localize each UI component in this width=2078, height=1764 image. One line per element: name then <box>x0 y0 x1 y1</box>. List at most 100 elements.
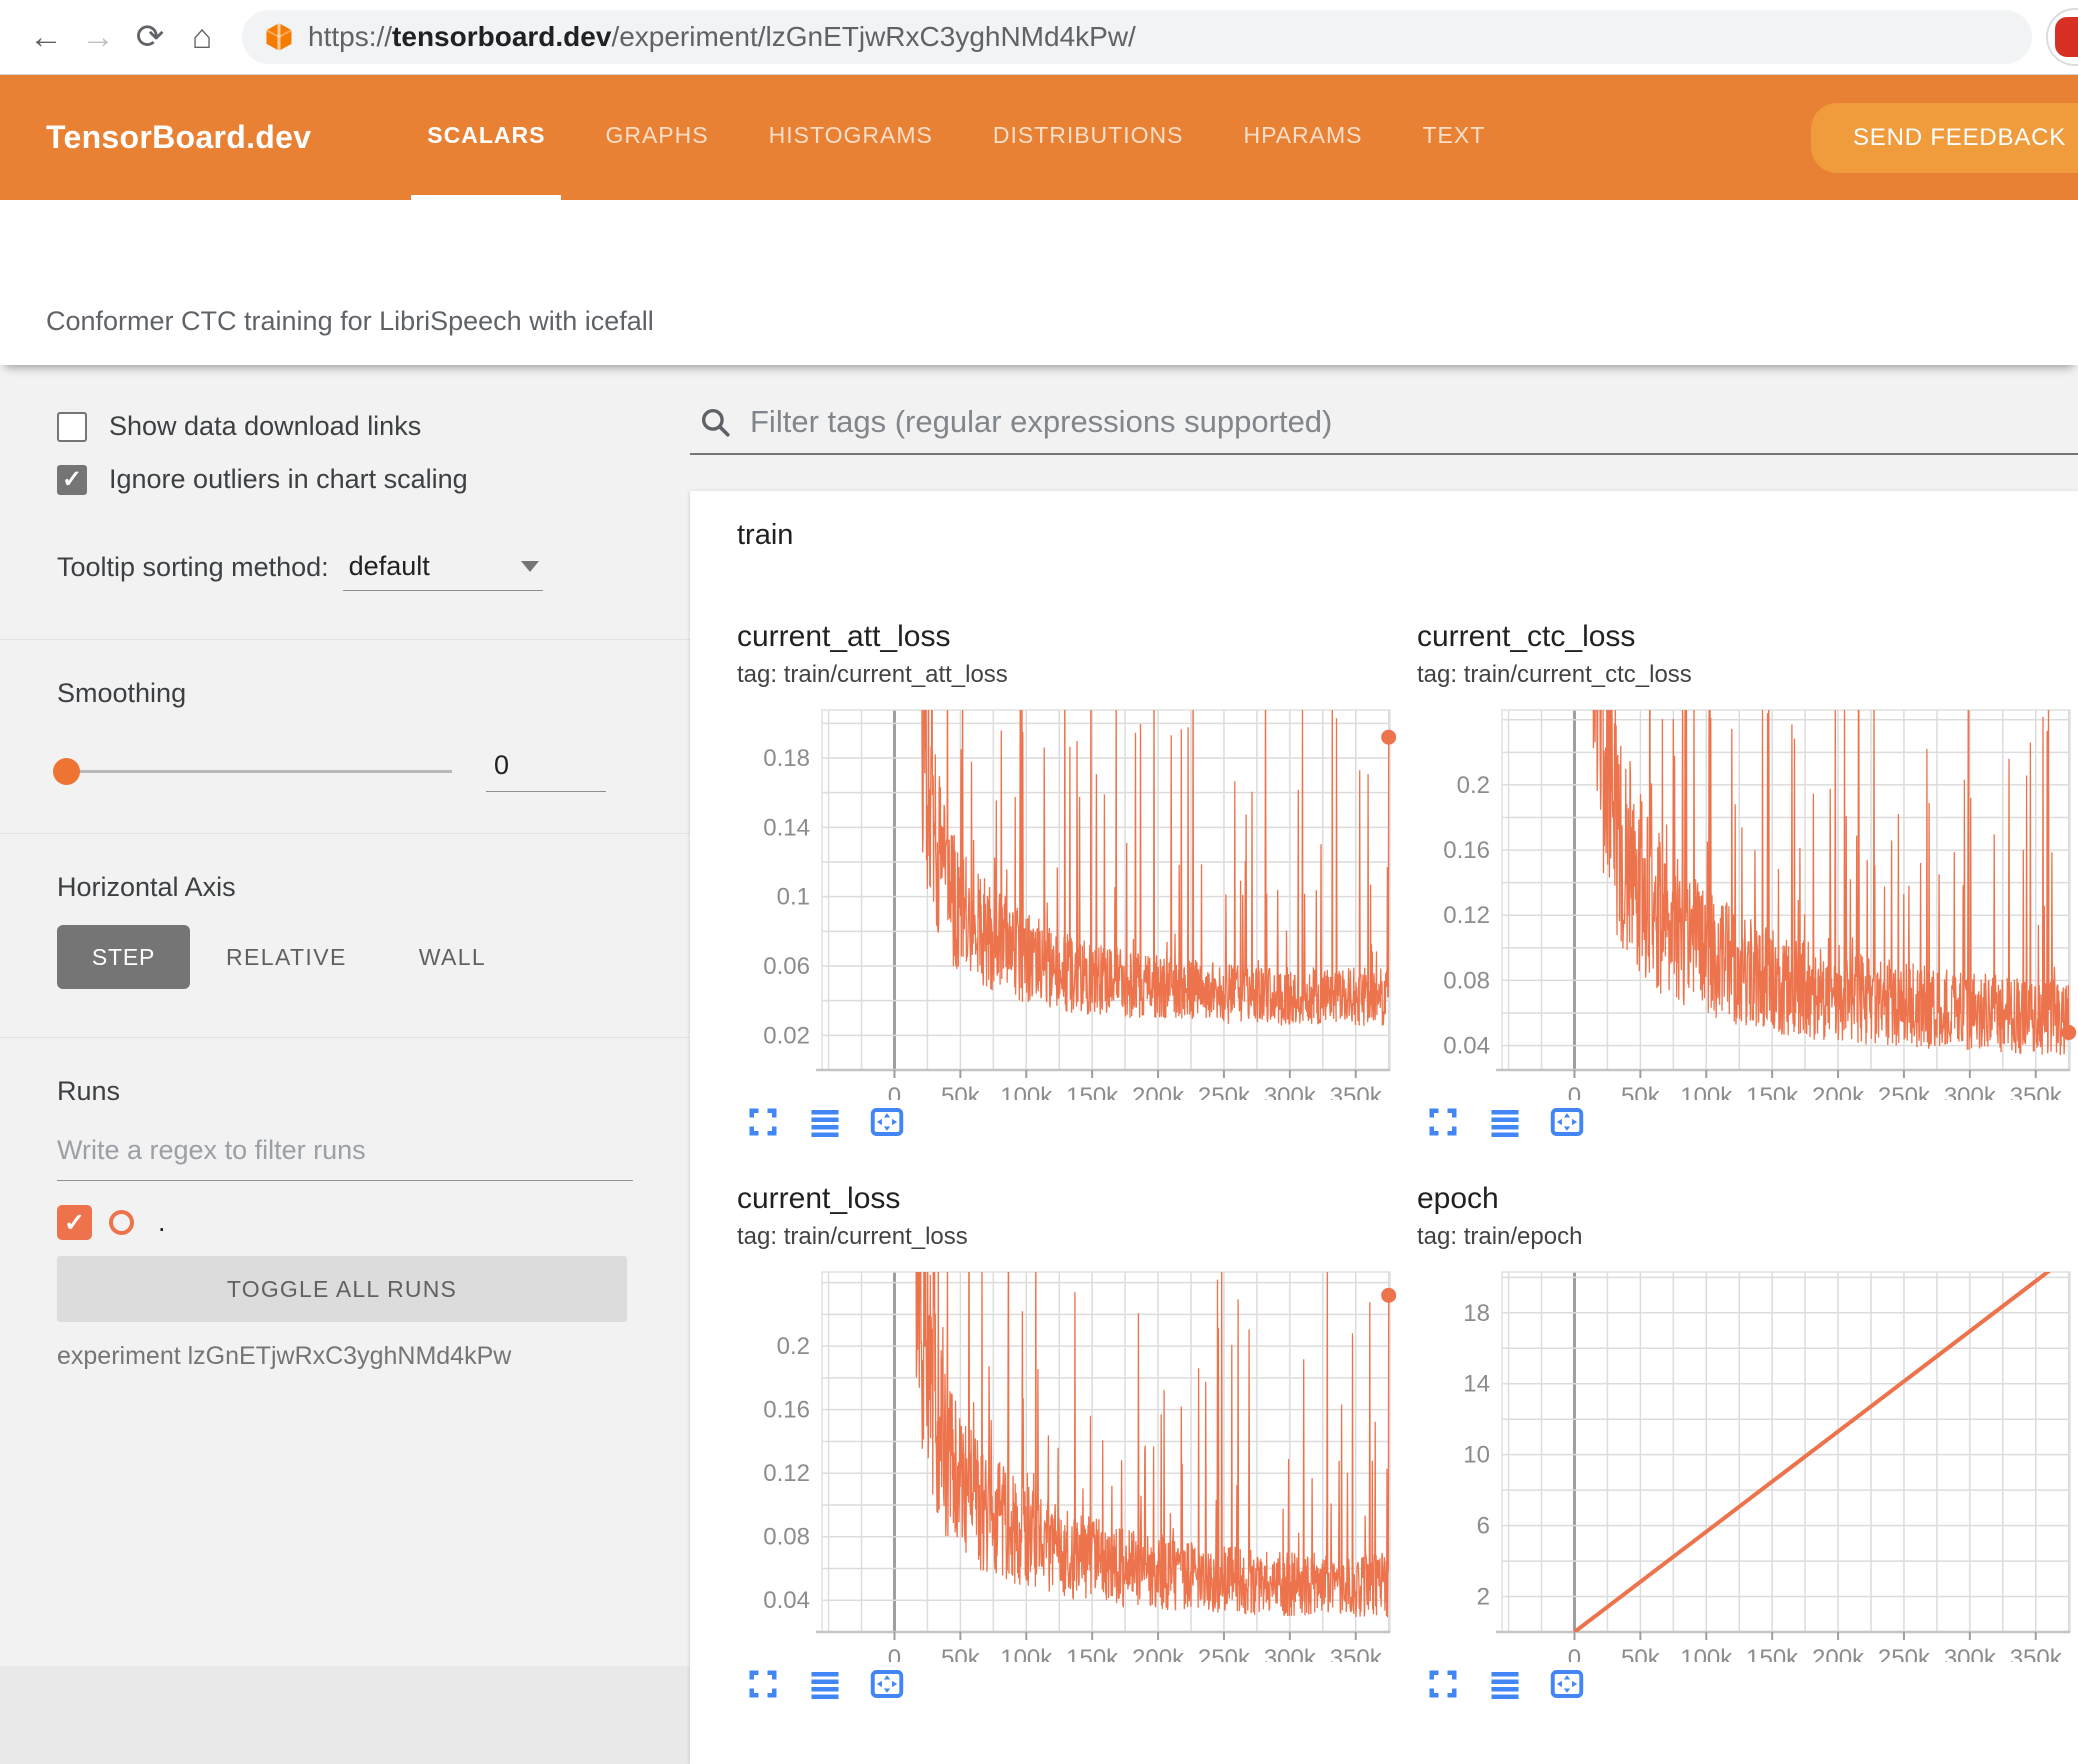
chart-plot-current_ctc_loss[interactable]: 0 50k 100k 150k 200k 250k 300k 350k 0.2 0.16 0.12 0… <box>1417 700 2077 1100</box>
chart-tag: tag: train/epoch <box>1417 1223 1583 1250</box>
fullscreen-icon[interactable] <box>1425 1104 1461 1140</box>
forward-icon[interactable]: → <box>72 20 124 54</box>
horizontal-axis-heading: Horizontal Axis <box>57 872 236 902</box>
ignore-outliers-checkbox[interactable]: ✓ <box>57 464 87 495</box>
chart-toolbar <box>737 1102 1397 1142</box>
filter-tags-input[interactable] <box>748 403 2078 441</box>
svg-text:100k: 100k <box>1680 1083 1733 1100</box>
chart-title: current_ctc_loss <box>1417 620 1636 653</box>
svg-text:50k: 50k <box>941 1083 981 1100</box>
fit-to-view-icon[interactable] <box>1549 1104 1585 1140</box>
address-bar[interactable]: https://tensorboard.dev/experiment/lzGnE… <box>242 10 2032 64</box>
browser-profile-avatar[interactable] <box>2046 8 2078 66</box>
smoothing-slider-thumb[interactable] <box>53 757 80 785</box>
back-icon[interactable]: ← <box>20 20 72 54</box>
svg-text:6: 6 <box>1477 1513 1490 1540</box>
svg-text:150k: 150k <box>1066 1083 1119 1100</box>
svg-text:18: 18 <box>1463 1300 1490 1327</box>
svg-text:200k: 200k <box>1812 1083 1865 1100</box>
svg-text:0.04: 0.04 <box>1443 1033 1490 1060</box>
chart-title: epoch <box>1417 1182 1499 1215</box>
fit-to-view-icon[interactable] <box>1549 1666 1585 1702</box>
svg-text:150k: 150k <box>1746 1645 1799 1662</box>
home-icon[interactable]: ⌂ <box>176 20 228 54</box>
tab-hparams[interactable]: HPARAMS <box>1227 75 1378 200</box>
data-table-icon[interactable] <box>807 1104 843 1140</box>
smoothing-value-field[interactable]: 0 <box>486 750 606 792</box>
experiment-title: Conformer CTC training for LibriSpeech w… <box>46 306 654 336</box>
search-icon <box>698 405 732 439</box>
chart-toolbar <box>1417 1102 2077 1142</box>
data-table-icon[interactable] <box>1487 1104 1523 1140</box>
fit-to-view-icon[interactable] <box>869 1104 905 1140</box>
send-feedback-button[interactable]: SEND FEEDBACK <box>1811 103 2078 173</box>
svg-text:150k: 150k <box>1066 1645 1119 1662</box>
svg-text:0.18: 0.18 <box>763 745 810 772</box>
svg-text:0: 0 <box>888 1645 901 1662</box>
chart-plot-epoch[interactable]: 0 50k 100k 150k 200k 250k 300k 350k 18 14 10 6 2 <box>1417 1262 2077 1662</box>
chart-title: current_loss <box>737 1182 901 1215</box>
tooltip-sorting-label: Tooltip sorting method: <box>57 552 329 582</box>
profile-badge-icon <box>2055 17 2078 57</box>
axis-relative-button[interactable]: RELATIVE <box>190 944 383 971</box>
tab-text[interactable]: TEXT <box>1407 75 1502 200</box>
svg-text:0.04: 0.04 <box>763 1587 810 1614</box>
fit-to-view-icon[interactable] <box>869 1666 905 1702</box>
toggle-all-runs-button[interactable]: TOGGLE ALL RUNS <box>57 1256 627 1322</box>
tab-histograms[interactable]: HISTOGRAMS <box>753 75 949 200</box>
fullscreen-icon[interactable] <box>745 1104 781 1140</box>
chart-block-current_ctc_loss: current_ctc_loss tag: train/current_ctc_l… <box>1417 618 2077 1142</box>
svg-text:100k: 100k <box>1000 1083 1053 1100</box>
chart-plot-current_loss[interactable]: 0 50k 100k 150k 200k 250k 300k 350k 0.2 0.16 0.12 0… <box>737 1262 1397 1662</box>
filter-tags-row <box>690 403 2078 455</box>
run-name: . <box>158 1207 166 1237</box>
axis-wall-button[interactable]: WALL <box>383 944 522 971</box>
svg-text:50k: 50k <box>941 1645 981 1662</box>
tab-distributions[interactable]: DISTRIBUTIONS <box>977 75 1200 200</box>
svg-text:0.06: 0.06 <box>763 953 810 980</box>
nav-tabs: SCALARS GRAPHS HISTOGRAMS DISTRIBUTIONS … <box>397 75 1515 200</box>
svg-text:0.02: 0.02 <box>763 1022 810 1049</box>
svg-text:350k: 350k <box>1330 1645 1383 1662</box>
chevron-down-icon <box>520 561 539 572</box>
svg-text:50k: 50k <box>1621 1645 1661 1662</box>
axis-step-button[interactable]: STEP <box>57 925 190 989</box>
svg-text:300k: 300k <box>1944 1645 1997 1662</box>
tab-graphs[interactable]: GRAPHS <box>589 75 724 200</box>
divider <box>0 639 690 640</box>
show-download-links-checkbox[interactable] <box>57 411 87 442</box>
run-color-icon[interactable] <box>109 1210 134 1235</box>
smoothing-slider-track[interactable] <box>53 757 452 785</box>
tab-scalars[interactable]: SCALARS <box>411 75 562 200</box>
tooltip-sorting-select[interactable]: default <box>342 551 543 591</box>
run-checkbox[interactable]: ✓ <box>57 1205 92 1240</box>
svg-text:350k: 350k <box>2010 1645 2063 1662</box>
chart-plot-current_att_loss[interactable]: 0 50k 100k 150k 200k 250k 300k 350k 0.18 0.14 0.1 0… <box>737 700 1397 1100</box>
chart-title: current_att_loss <box>737 620 951 653</box>
svg-text:350k: 350k <box>2010 1083 2063 1100</box>
fullscreen-icon[interactable] <box>1425 1666 1461 1702</box>
chart-toolbar <box>1417 1664 2077 1704</box>
main-panel: train current_att_loss tag: train/current… <box>690 365 2078 1764</box>
experiment-caption: experiment lzGnETjwRxC3yghNMd4kPw <box>57 1342 512 1370</box>
ignore-outliers-row: ✓ Ignore outliers in chart scaling <box>57 464 633 495</box>
svg-text:200k: 200k <box>1812 1645 1865 1662</box>
svg-text:50k: 50k <box>1621 1083 1661 1100</box>
train-card: train current_att_loss tag: train/current… <box>690 491 2078 1764</box>
svg-text:250k: 250k <box>1198 1083 1251 1100</box>
tensorboard-logo[interactable]: TensorBoard.dev <box>46 119 311 156</box>
browser-toolbar: ← → ⟳ ⌂ https://tensorboard.dev/experime… <box>0 0 2078 75</box>
chart-tag: tag: train/current_att_loss <box>737 661 1008 688</box>
svg-text:100k: 100k <box>1680 1645 1733 1662</box>
runs-filter-input[interactable] <box>57 1135 633 1181</box>
experiment-title-band: Conformer CTC training for LibriSpeech w… <box>0 200 2078 365</box>
settings-sidebar: Show data download links ✓ Ignore outlie… <box>0 365 690 1666</box>
svg-text:0: 0 <box>1568 1645 1581 1662</box>
svg-text:200k: 200k <box>1132 1645 1185 1662</box>
svg-text:14: 14 <box>1463 1371 1490 1398</box>
data-table-icon[interactable] <box>807 1666 843 1702</box>
reload-icon[interactable]: ⟳ <box>124 20 176 54</box>
tag-group-title[interactable]: train <box>737 519 2078 552</box>
fullscreen-icon[interactable] <box>745 1666 781 1702</box>
data-table-icon[interactable] <box>1487 1666 1523 1702</box>
